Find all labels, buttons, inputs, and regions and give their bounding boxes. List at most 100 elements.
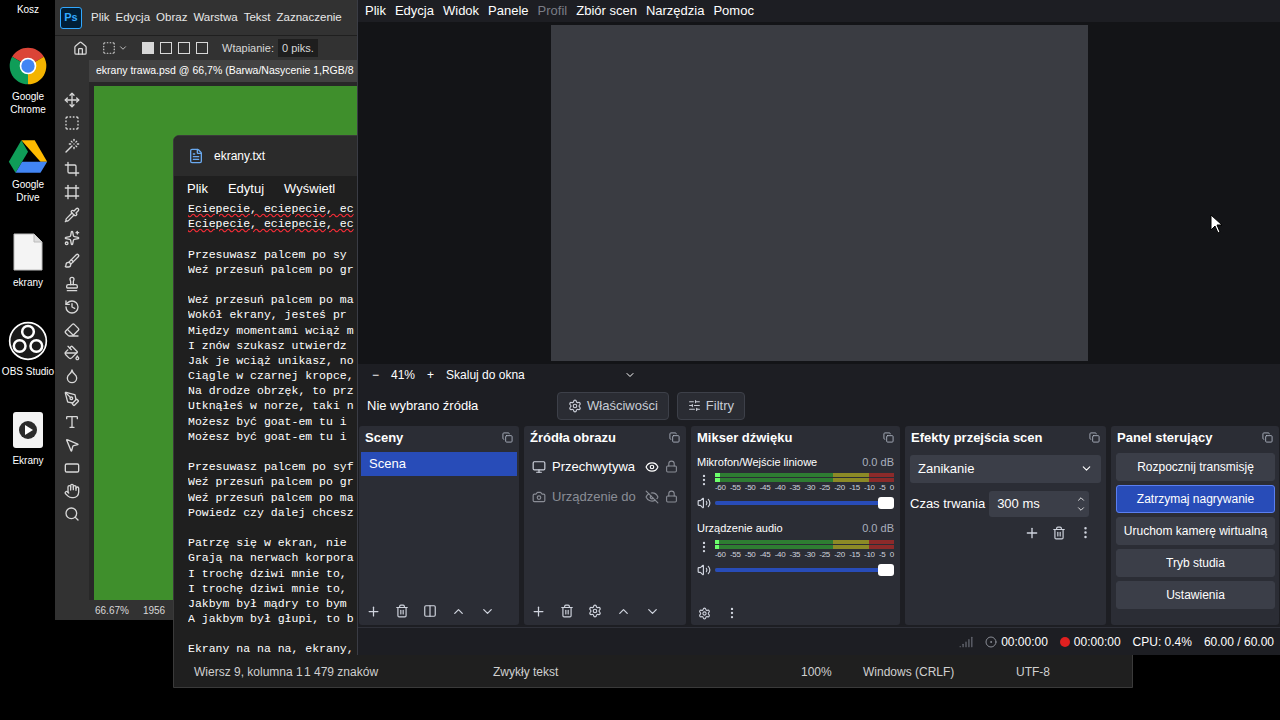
desktop-icon[interactable]: Google Drive	[0, 138, 56, 204]
new-selection-icon[interactable]	[142, 42, 154, 54]
tool-icon[interactable]	[64, 483, 80, 499]
menu-item[interactable]: Plik	[91, 9, 110, 26]
menu-item[interactable]: Pomoc	[713, 1, 753, 21]
zoom-out-button[interactable]: −	[372, 366, 379, 384]
add-selection-icon[interactable]	[160, 42, 172, 54]
menu-item[interactable]: Obraz	[156, 9, 187, 26]
undock-icon[interactable]	[502, 432, 513, 443]
tool-icon[interactable]	[64, 184, 80, 200]
source-item[interactable]: Przechwytywa	[526, 452, 684, 482]
filters-button[interactable]: Filtry	[677, 392, 745, 420]
menu-item[interactable]: Edytuj	[228, 179, 264, 199]
menu-item[interactable]: Plik	[187, 179, 208, 199]
channel-menu-icon[interactable]	[697, 540, 711, 554]
tool-icon[interactable]	[64, 161, 80, 177]
tool-icon[interactable]	[64, 391, 80, 407]
lock-icon[interactable]	[665, 460, 678, 473]
source-item[interactable]: Urządzenie do	[526, 482, 684, 512]
menu-item[interactable]: Narzędzia	[646, 1, 705, 21]
chevron-down-icon[interactable]	[645, 604, 660, 619]
volume-slider[interactable]	[715, 501, 894, 505]
volume-slider[interactable]	[715, 568, 894, 572]
eye-off-icon[interactable]	[645, 490, 659, 504]
feather-input[interactable]: 0 piks.	[278, 39, 318, 58]
chevron-down-icon[interactable]	[480, 604, 495, 619]
tool-icon[interactable]	[64, 253, 80, 269]
control-button[interactable]: Tryb studia	[1116, 549, 1275, 577]
subtract-selection-icon[interactable]	[178, 42, 190, 54]
trash-icon[interactable]	[395, 604, 409, 618]
plus-icon[interactable]	[531, 604, 546, 619]
speaker-icon[interactable]	[697, 496, 711, 510]
transition-dropdown[interactable]: Zanikanie	[910, 455, 1101, 483]
menu-item[interactable]: Edycja	[116, 9, 151, 26]
tool-icon[interactable]	[64, 207, 80, 223]
desktop-icon[interactable]: ekrany	[0, 232, 56, 289]
tool-icon[interactable]	[64, 460, 80, 476]
tool-icon[interactable]	[64, 322, 80, 338]
desktop-icon[interactable]: Google Chrome	[0, 46, 56, 116]
control-button[interactable]: Rozpocznij transmisję	[1116, 453, 1275, 481]
control-button[interactable]: Ustawienia	[1116, 581, 1275, 609]
menu-icon[interactable]	[725, 606, 739, 620]
scale-dropdown[interactable]: Skaluj do okna	[446, 366, 636, 384]
tool-icon[interactable]	[64, 92, 80, 108]
tool-icon[interactable]	[64, 138, 80, 154]
zoom-in-button[interactable]: +	[427, 366, 434, 384]
chevron-up-icon[interactable]	[1076, 494, 1086, 504]
desktop-icon[interactable]: Ekrany	[0, 410, 56, 467]
control-button[interactable]: Zatrzymaj nagrywanie	[1116, 485, 1275, 513]
menu-item[interactable]: Plik	[365, 1, 386, 21]
trash-icon[interactable]	[560, 604, 574, 618]
desktop-icon[interactable]: OBS Studio	[0, 321, 56, 378]
lock-icon[interactable]	[665, 490, 678, 503]
desktop-icon[interactable]: Kosz	[0, 0, 56, 16]
video-file-icon[interactable]	[11, 410, 45, 450]
tool-icon[interactable]	[64, 506, 80, 522]
undock-icon[interactable]	[669, 432, 680, 443]
chevron-down-icon[interactable]	[1076, 504, 1086, 514]
menu-item[interactable]: Panele	[488, 1, 528, 21]
duration-input[interactable]: 300 ms	[989, 491, 1089, 517]
scene-item[interactable]: Scena	[361, 452, 517, 476]
chrome-icon[interactable]	[8, 46, 48, 86]
menu-item[interactable]: Warstwa	[193, 9, 237, 26]
tool-icon[interactable]	[64, 414, 80, 430]
menu-item[interactable]: Zaznaczenie	[277, 9, 342, 26]
plus-icon[interactable]	[1024, 525, 1040, 541]
menu-item[interactable]: Tekst	[244, 9, 271, 26]
tool-icon[interactable]	[64, 115, 80, 131]
home-icon[interactable]	[73, 41, 88, 56]
control-button[interactable]: Uruchom kamerę wirtualną	[1116, 517, 1275, 545]
tool-icon[interactable]	[64, 437, 80, 453]
speaker-icon[interactable]	[697, 563, 711, 577]
menu-item[interactable]: Edycja	[395, 1, 434, 21]
properties-button[interactable]: Właściwości	[557, 392, 669, 420]
document-tab[interactable]: ekrany trawa.psd @ 66,7% (Barwa/Nasyceni…	[89, 60, 357, 82]
trash-icon[interactable]	[1052, 526, 1066, 540]
undock-icon[interactable]	[883, 432, 894, 443]
obs-studio-icon[interactable]	[8, 321, 48, 361]
eye-icon[interactable]	[645, 460, 659, 474]
menu-item[interactable]: Zbiór scen	[576, 1, 637, 21]
gear-icon[interactable]	[588, 604, 602, 618]
gear-icon[interactable]	[698, 607, 711, 620]
google-drive-icon[interactable]	[8, 138, 48, 174]
marquee-tool-button[interactable]	[102, 41, 128, 55]
menu-item[interactable]: Wyświetl	[284, 179, 335, 199]
tab-title[interactable]: ekrany.txt	[214, 147, 265, 165]
intersect-selection-icon[interactable]	[196, 42, 208, 54]
tool-icon[interactable]	[64, 368, 80, 384]
scene-filter-icon[interactable]	[423, 604, 437, 618]
plus-icon[interactable]	[366, 604, 381, 619]
menu-icon[interactable]	[1078, 525, 1093, 540]
tool-icon[interactable]	[64, 276, 80, 292]
tool-icon[interactable]	[64, 299, 80, 315]
undock-icon[interactable]	[1262, 432, 1273, 443]
tool-icon[interactable]	[64, 230, 80, 246]
text-file-icon[interactable]	[12, 232, 44, 272]
menu-item[interactable]: Widok	[443, 1, 479, 21]
chevron-up-icon[interactable]	[451, 604, 466, 619]
channel-menu-icon[interactable]	[697, 473, 711, 487]
chevron-up-icon[interactable]	[616, 604, 631, 619]
